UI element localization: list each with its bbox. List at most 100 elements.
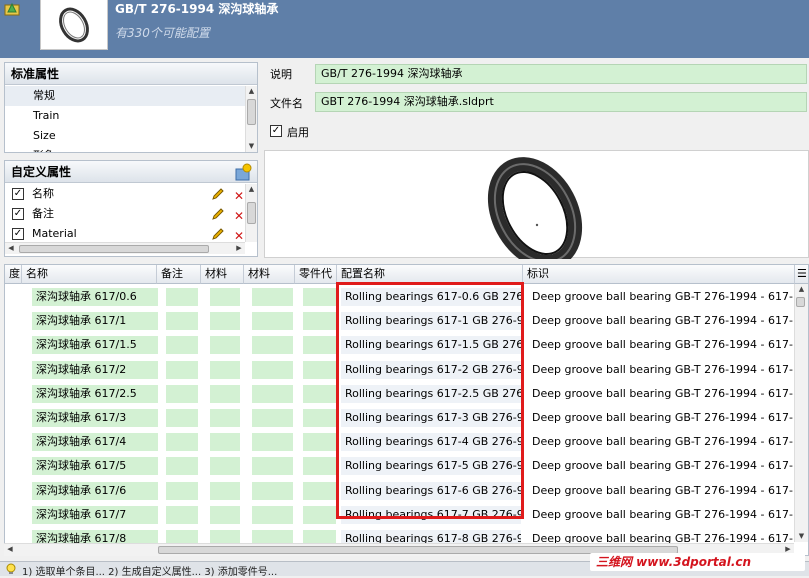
scroll-thumb[interactable] bbox=[247, 99, 256, 125]
cell-mark[interactable]: Deep groove ball bearing GB-T 276-1994 -… bbox=[528, 385, 793, 403]
cell-mark[interactable]: Deep groove ball bearing GB-T 276-1994 -… bbox=[528, 288, 793, 306]
remark-checkbox[interactable]: ✓ bbox=[12, 208, 24, 220]
cell-name[interactable]: 深沟球轴承 617/3 bbox=[32, 409, 158, 427]
cell-remark[interactable] bbox=[166, 360, 198, 379]
cell-material[interactable] bbox=[210, 360, 240, 379]
cell-material-2[interactable] bbox=[252, 481, 293, 500]
cell-material[interactable] bbox=[210, 288, 240, 306]
standard-properties-scrollbar[interactable]: ▲ ▼ bbox=[245, 86, 257, 152]
cell-name[interactable]: 深沟球轴承 617/1 bbox=[32, 312, 158, 331]
cell-mark[interactable]: Deep groove ball bearing GB-T 276-1994 -… bbox=[528, 506, 793, 524]
table-vscroll[interactable]: ▲ ▼ bbox=[794, 284, 808, 542]
cell-material[interactable] bbox=[210, 312, 240, 331]
scroll-thumb[interactable] bbox=[247, 202, 256, 224]
cell-remark[interactable] bbox=[166, 505, 198, 524]
cell-remark[interactable] bbox=[166, 312, 198, 331]
material-checkbox[interactable]: ✓ bbox=[12, 228, 24, 240]
column-header-material-2[interactable]: 材料 bbox=[244, 265, 295, 284]
cell-material-2[interactable] bbox=[252, 409, 293, 427]
column-header-material[interactable]: 材料 bbox=[201, 265, 244, 284]
column-header[interactable]: 度 bbox=[5, 265, 22, 284]
scroll-down-icon[interactable]: ▼ bbox=[795, 531, 808, 542]
delete-icon[interactable]: ✕ bbox=[234, 226, 244, 242]
cell-mark[interactable]: Deep groove ball bearing GB-T 276-1994 -… bbox=[528, 336, 793, 354]
cell-name[interactable]: 深沟球轴承 617/2 bbox=[32, 360, 158, 379]
cell-mark[interactable]: Deep groove ball bearing GB-T 276-1994 -… bbox=[528, 457, 793, 475]
edit-pencil-icon[interactable] bbox=[211, 227, 225, 241]
cell-part-number[interactable] bbox=[303, 481, 336, 500]
cell-material[interactable] bbox=[210, 481, 240, 500]
cell-mark[interactable]: Deep groove ball bearing GB-T 276-1994 -… bbox=[528, 433, 793, 451]
filename-field[interactable]: GBT 276-1994 深沟球轴承.sldprt bbox=[315, 92, 807, 112]
cell-name[interactable]: 深沟球轴承 617/4 bbox=[32, 433, 158, 452]
cell-part-number[interactable] bbox=[303, 457, 336, 476]
cell-part-number[interactable] bbox=[303, 360, 336, 379]
cell-mark[interactable]: Deep groove ball bearing GB-T 276-1994 -… bbox=[528, 312, 793, 330]
description-field[interactable]: GB/T 276-1994 深沟球轴承 bbox=[315, 64, 807, 84]
cell-material-2[interactable] bbox=[252, 433, 293, 452]
delete-icon[interactable]: ✕ bbox=[234, 186, 244, 206]
cell-remark[interactable] bbox=[166, 384, 198, 403]
scroll-up-icon[interactable]: ▲ bbox=[246, 184, 257, 195]
cell-part-number[interactable] bbox=[303, 433, 336, 452]
column-header-part-number[interactable]: 零件代 bbox=[295, 265, 337, 284]
column-header-remark[interactable]: 备注 bbox=[157, 265, 201, 284]
cell-mark[interactable]: Deep groove ball bearing GB-T 276-1994 -… bbox=[528, 482, 793, 500]
cell-remark[interactable] bbox=[166, 457, 198, 476]
std-item-train[interactable]: Train bbox=[5, 106, 245, 126]
cell-remark[interactable] bbox=[166, 336, 198, 355]
cell-name[interactable]: 深沟球轴承 617/6 bbox=[32, 481, 158, 500]
scroll-up-icon[interactable]: ▲ bbox=[795, 284, 808, 295]
cell-part-number[interactable] bbox=[303, 505, 336, 524]
cell-mark[interactable]: Deep groove ball bearing GB-T 276-1994 -… bbox=[528, 361, 793, 379]
enable-checkbox[interactable]: ✓ bbox=[270, 125, 282, 137]
cell-part-number[interactable] bbox=[303, 312, 336, 331]
cell-part-number[interactable] bbox=[303, 336, 336, 355]
cell-name[interactable]: 深沟球轴承 617/7 bbox=[32, 505, 158, 524]
scroll-down-icon[interactable]: ▼ bbox=[246, 141, 257, 152]
cell-remark[interactable] bbox=[166, 409, 198, 427]
cell-material[interactable] bbox=[210, 433, 240, 452]
cell-part-number[interactable] bbox=[303, 288, 336, 306]
cell-material[interactable] bbox=[210, 505, 240, 524]
cell-name[interactable]: 深沟球轴承 617/2.5 bbox=[32, 384, 158, 403]
cell-material-2[interactable] bbox=[252, 457, 293, 476]
custom-properties-vscroll[interactable]: ▲ bbox=[245, 184, 257, 242]
cell-material-2[interactable] bbox=[252, 288, 293, 306]
cell-remark[interactable] bbox=[166, 481, 198, 500]
edit-pencil-icon[interactable] bbox=[211, 187, 225, 201]
cell-material-2[interactable] bbox=[252, 505, 293, 524]
cell-remark[interactable] bbox=[166, 288, 198, 306]
edit-pencil-icon[interactable] bbox=[211, 207, 225, 221]
delete-icon[interactable]: ✕ bbox=[234, 206, 244, 226]
cell-mark[interactable]: Deep groove ball bearing GB-T 276-1994 -… bbox=[528, 409, 793, 427]
cell-material-2[interactable] bbox=[252, 360, 293, 379]
cell-material[interactable] bbox=[210, 409, 240, 427]
cell-material-2[interactable] bbox=[252, 336, 293, 355]
cell-name[interactable]: 深沟球轴承 617/1.5 bbox=[32, 336, 158, 355]
std-item-size[interactable]: Size bbox=[5, 126, 245, 146]
std-item-general[interactable]: 常规 bbox=[5, 86, 245, 106]
scroll-up-icon[interactable]: ▲ bbox=[246, 86, 257, 97]
cell-part-number[interactable] bbox=[303, 409, 336, 427]
cell-material-2[interactable] bbox=[252, 384, 293, 403]
custom-properties-hscroll[interactable]: ◀ ▶ bbox=[5, 242, 245, 254]
cell-material[interactable] bbox=[210, 457, 240, 476]
scroll-left-icon[interactable]: ◀ bbox=[4, 544, 16, 555]
scroll-thumb[interactable] bbox=[796, 297, 805, 307]
column-header-name[interactable]: 名称 bbox=[22, 265, 157, 284]
cell-material[interactable] bbox=[210, 336, 240, 355]
std-item-shape[interactable]: 形象 bbox=[5, 146, 245, 152]
column-chooser-icon[interactable]: ☰ bbox=[795, 265, 808, 284]
cell-name[interactable]: 深沟球轴承 617/0.6 bbox=[32, 288, 158, 306]
scroll-thumb[interactable] bbox=[19, 245, 209, 253]
cell-part-number[interactable] bbox=[303, 384, 336, 403]
scroll-left-icon[interactable]: ◀ bbox=[5, 243, 17, 254]
cell-material-2[interactable] bbox=[252, 312, 293, 331]
add-property-icon[interactable] bbox=[233, 162, 253, 182]
column-header-mark[interactable]: 标识 bbox=[523, 265, 795, 284]
cell-remark[interactable] bbox=[166, 433, 198, 452]
cell-material[interactable] bbox=[210, 384, 240, 403]
cell-name[interactable]: 深沟球轴承 617/5 bbox=[32, 457, 158, 476]
name-checkbox[interactable]: ✓ bbox=[12, 188, 24, 200]
